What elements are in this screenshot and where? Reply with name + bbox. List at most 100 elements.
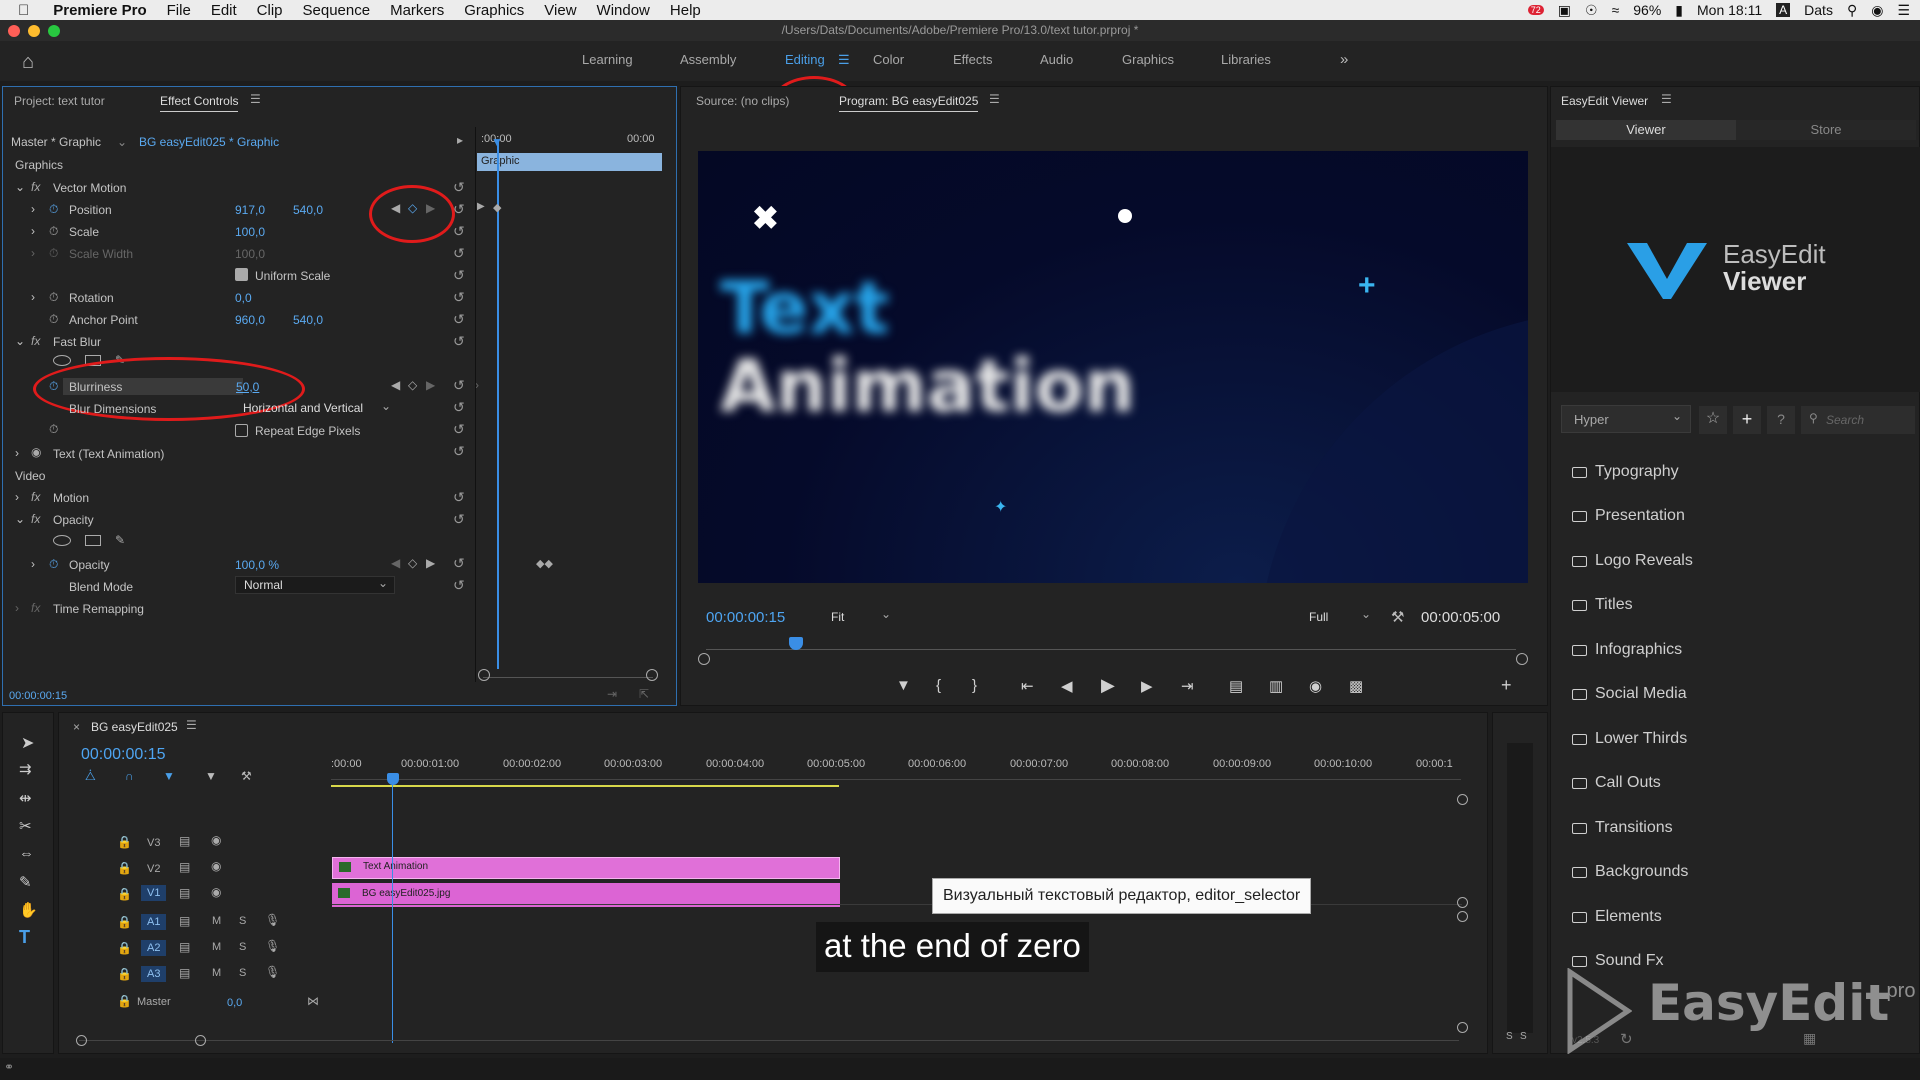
extract-icon[interactable]: ▥ xyxy=(1269,677,1283,695)
folder-infographics[interactable]: Infographics xyxy=(1572,641,1682,659)
folder-typography[interactable]: Typography xyxy=(1572,463,1679,481)
eye-icon[interactable]: ◉ xyxy=(211,833,221,847)
resolution-select[interactable]: Full xyxy=(1309,610,1328,624)
hand-tool-icon[interactable]: ✋ xyxy=(19,901,38,919)
folder-lower-thirds[interactable]: Lower Thirds xyxy=(1572,730,1687,748)
master-clip-label[interactable]: Master * Graphic xyxy=(11,135,101,149)
track-v2-label[interactable]: V2 xyxy=(147,863,160,875)
workspace-assembly[interactable]: Assembly xyxy=(680,41,736,81)
toggle-sync-icon[interactable]: ▤ xyxy=(179,966,190,980)
program-timecode[interactable]: 00:00:00:15 xyxy=(706,609,785,626)
expand-chevron-icon[interactable]: › xyxy=(15,446,19,460)
playhead-handle-icon[interactable]: ▼ xyxy=(491,135,503,149)
panel-menu-icon[interactable]: ☰ xyxy=(250,92,261,106)
fx-icon[interactable]: fx xyxy=(31,601,40,615)
mark-out-icon[interactable]: } xyxy=(972,677,977,694)
notification-badge-icon[interactable]: 72 xyxy=(1527,5,1544,15)
solo-right-label[interactable]: S xyxy=(1520,1031,1527,1042)
reset-icon[interactable]: ↺ xyxy=(453,577,465,594)
category-dropdown[interactable]: Hyper ⌄ xyxy=(1561,405,1691,433)
panel-menu-icon[interactable]: ☰ xyxy=(1661,92,1672,106)
lock-icon[interactable]: 🔒 xyxy=(117,861,132,875)
expand-chevron-icon[interactable]: › xyxy=(31,224,35,238)
close-window-button[interactable] xyxy=(8,25,20,37)
control-center-icon[interactable]: ☰ xyxy=(1897,2,1910,19)
anchor-y-value[interactable]: 540,0 xyxy=(293,313,323,327)
panel-menu-icon[interactable]: ☰ xyxy=(186,718,197,732)
work-area-bar[interactable] xyxy=(331,785,839,787)
status-icon[interactable]: ⚭ xyxy=(4,1060,14,1074)
menu-sequence[interactable]: Sequence xyxy=(293,2,381,19)
ripple-edit-tool-icon[interactable]: ⇹ xyxy=(19,789,32,807)
ellipse-mask-icon[interactable] xyxy=(53,535,71,546)
reset-icon[interactable]: ↺ xyxy=(453,245,465,262)
close-sequence-icon[interactable]: × xyxy=(73,720,80,734)
position-x-value[interactable]: 917,0 xyxy=(235,203,265,217)
snap-magnet-icon[interactable]: ∩ xyxy=(125,769,134,783)
reset-icon[interactable]: ↺ xyxy=(453,489,465,506)
rectangle-mask-icon[interactable] xyxy=(85,535,101,546)
zoom-window-button[interactable] xyxy=(48,25,60,37)
blend-mode-select[interactable]: Normal ⌄ xyxy=(235,576,395,594)
track-select-tool-icon[interactable]: ⇉ xyxy=(19,760,32,778)
toggle-sync-icon[interactable]: ▤ xyxy=(179,860,190,874)
reset-icon[interactable]: ↺ xyxy=(453,179,465,196)
scrubber-handle-left[interactable] xyxy=(698,653,710,665)
compare-view-icon[interactable]: ▩ xyxy=(1349,677,1363,695)
scroll-handle[interactable] xyxy=(195,1035,206,1046)
expand-chevron-icon[interactable]: › xyxy=(31,290,35,304)
reset-icon[interactable]: ↺ xyxy=(453,443,465,460)
step-forward-icon[interactable]: ▶ xyxy=(1141,677,1153,695)
clip-text-animation[interactable]: Text Animation xyxy=(332,857,840,879)
reset-icon[interactable]: ↺ xyxy=(453,223,465,240)
rotation-value[interactable]: 0,0 xyxy=(235,291,252,305)
mark-in-icon[interactable]: { xyxy=(936,677,941,694)
toggle-sync-icon[interactable]: ▤ xyxy=(179,834,190,848)
collapse-chevron-icon[interactable]: ⌄ xyxy=(15,334,25,348)
workspace-effects[interactable]: Effects xyxy=(953,41,993,81)
panel-menu-icon[interactable]: ☰ xyxy=(989,92,1000,106)
toggle-sync-icon[interactable]: ▤ xyxy=(179,914,190,928)
menu-edit[interactable]: Edit xyxy=(201,2,247,19)
menu-help[interactable]: Help xyxy=(660,2,711,19)
pen-tool-icon[interactable]: ✎ xyxy=(19,873,32,891)
workspace-editing[interactable]: Editing xyxy=(785,41,825,81)
stopwatch-icon[interactable]: ⏱ xyxy=(49,557,58,572)
battery-percent[interactable]: 96% xyxy=(1633,2,1661,18)
reset-icon[interactable]: ↺ xyxy=(453,201,465,218)
blur-dimensions-select[interactable]: Horizontal and Vertical xyxy=(243,401,363,415)
workspace-learning[interactable]: Learning xyxy=(582,41,633,81)
chevron-down-icon[interactable]: ⌄ xyxy=(881,607,891,621)
fx-icon[interactable]: fx xyxy=(31,180,40,194)
search-input[interactable]: ⚲ Search xyxy=(1801,406,1915,434)
lock-icon[interactable]: 🔒 xyxy=(117,887,132,901)
track-v1-label[interactable]: V1 xyxy=(141,885,167,901)
user-menu[interactable]: Dats xyxy=(1804,2,1833,18)
folder-backgrounds[interactable]: Backgrounds xyxy=(1572,863,1688,881)
keyframe-marker-icon[interactable]: ▶ xyxy=(477,201,485,212)
siri-icon[interactable]: ◉ xyxy=(1871,2,1883,19)
uniform-scale-checkbox[interactable] xyxy=(235,268,248,281)
tab-sequence[interactable]: BG easyEdit025 xyxy=(91,720,178,734)
microphone-icon[interactable]: 🎙 xyxy=(265,939,280,953)
solo-left-label[interactable]: S xyxy=(1506,1031,1513,1042)
graphic-clip-bar[interactable]: Graphic xyxy=(477,153,662,171)
reset-icon[interactable]: ↺ xyxy=(453,399,465,416)
folder-call-outs[interactable]: Call Outs xyxy=(1572,774,1661,792)
selection-tool-icon[interactable]: ➤ xyxy=(21,733,34,753)
folder-logo-reveals[interactable]: Logo Reveals xyxy=(1572,552,1693,570)
tab-effect-controls[interactable]: Effect Controls xyxy=(160,94,239,112)
scroll-handle[interactable] xyxy=(1457,1022,1468,1033)
track-a1-label[interactable]: A1 xyxy=(141,914,167,930)
stopwatch-icon[interactable]: ⏱ xyxy=(49,224,58,239)
menu-markers[interactable]: Markers xyxy=(380,2,454,19)
expand-chevron-icon[interactable]: › xyxy=(15,601,19,615)
slip-tool-icon[interactable]: ⇔ xyxy=(19,845,34,862)
program-scrubber[interactable] xyxy=(706,649,1516,650)
folder-titles[interactable]: Titles xyxy=(1572,596,1633,614)
menu-graphics[interactable]: Graphics xyxy=(454,2,534,19)
collapse-chevron-icon[interactable]: ⌄ xyxy=(15,180,25,194)
stopwatch-icon[interactable]: ⏱ xyxy=(49,202,58,217)
add-keyframe-icon[interactable]: ◇ xyxy=(408,378,417,392)
mute-button[interactable]: M xyxy=(212,941,221,953)
